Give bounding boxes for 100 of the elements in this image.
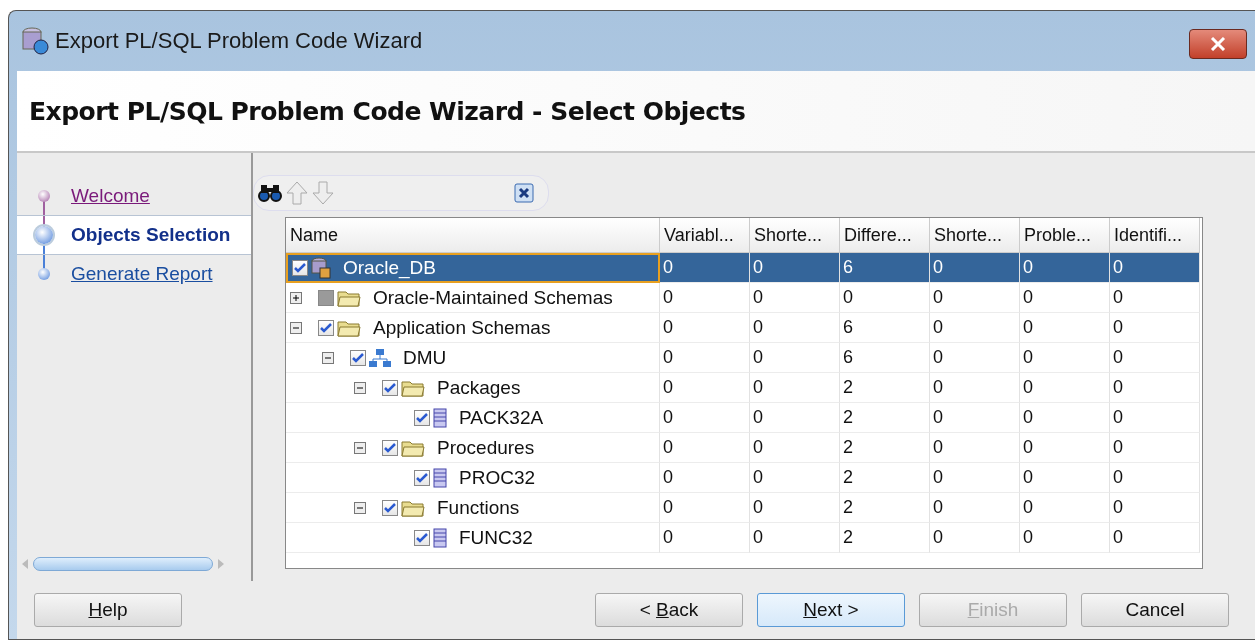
table-cell: 2: [840, 493, 930, 523]
table-cell: 0: [750, 463, 840, 493]
table-cell: 0: [930, 463, 1020, 493]
table-cell: 0: [660, 493, 750, 523]
table-cell: 0: [1110, 283, 1200, 313]
table-cell: 6: [840, 313, 930, 343]
list-icon: [433, 527, 447, 548]
node-name: Packages: [437, 376, 521, 399]
dialog-button[interactable]: Next >: [757, 593, 905, 627]
node-name: Application Schemas: [373, 316, 551, 339]
table-cell: 2: [840, 433, 930, 463]
node-name: Oracle_DB: [343, 257, 436, 279]
dialog-button[interactable]: Help: [34, 593, 182, 627]
database-icon: [21, 27, 49, 55]
table-cell: 0: [660, 343, 750, 373]
checkbox[interactable]: [382, 499, 398, 516]
collapse-icon[interactable]: [354, 381, 366, 394]
node-name: DMU: [403, 346, 447, 369]
node-name: Procedures: [437, 436, 535, 459]
dialog-button[interactable]: Cancel: [1081, 593, 1229, 627]
collapse-icon[interactable]: [290, 321, 302, 334]
folder-icon: [337, 318, 361, 337]
close-icon[interactable]: [514, 183, 534, 203]
table-cell: 2: [840, 403, 930, 433]
table-cell: 0: [1110, 493, 1200, 523]
node-name: Functions: [437, 496, 520, 519]
step-link[interactable]: Objects Selection: [71, 224, 231, 246]
table-cell: 0: [1020, 253, 1110, 283]
table-cell: 0: [930, 403, 1020, 433]
tree-row[interactable]: Packages: [286, 373, 660, 403]
tree-row[interactable]: PROC32: [286, 463, 660, 493]
table-cell: 0: [750, 253, 840, 283]
column-header[interactable]: Name: [286, 218, 660, 253]
table-cell: 0: [750, 373, 840, 403]
tree-row[interactable]: PACK32A: [286, 403, 660, 433]
table-cell: 0: [750, 523, 840, 553]
checkbox[interactable]: [318, 319, 334, 336]
tree-row[interactable]: Oracle_DB: [286, 253, 660, 283]
table-cell: 0: [1110, 433, 1200, 463]
node-name: FUNC32: [459, 526, 533, 549]
tree-row[interactable]: Application Schemas: [286, 313, 660, 343]
table-cell: 0: [1110, 523, 1200, 553]
checkbox[interactable]: [414, 409, 430, 426]
table-cell: 6: [840, 343, 930, 373]
table-cell: 0: [660, 403, 750, 433]
table-cell: 0: [660, 313, 750, 343]
checkbox[interactable]: [414, 469, 430, 486]
binoculars-icon[interactable]: [258, 183, 282, 203]
column-header[interactable]: Shorte...: [750, 218, 840, 253]
checkbox[interactable]: [382, 379, 398, 396]
table-cell: 0: [930, 493, 1020, 523]
column-header[interactable]: Differe...: [840, 218, 930, 253]
tree-row[interactable]: DMU: [286, 343, 660, 373]
table-cell: 0: [1020, 373, 1110, 403]
table-cell: 2: [840, 463, 930, 493]
table-cell: 0: [930, 253, 1020, 283]
checkbox[interactable]: [382, 439, 398, 456]
collapse-icon[interactable]: [354, 441, 366, 454]
table-cell: 0: [660, 253, 750, 283]
table-cell: 0: [750, 283, 840, 313]
collapse-icon[interactable]: [322, 351, 334, 364]
table-cell: 0: [930, 523, 1020, 553]
checkbox[interactable]: [414, 529, 430, 546]
table-cell: 0: [930, 313, 1020, 343]
tree-row[interactable]: Functions: [286, 493, 660, 523]
table-cell: 0: [660, 373, 750, 403]
window-title: Export PL/SQL Problem Code Wizard: [55, 28, 423, 54]
list-icon: [433, 467, 447, 488]
table-cell: 0: [1110, 403, 1200, 433]
node-name: PACK32A: [459, 406, 544, 429]
checkbox[interactable]: [350, 349, 366, 366]
dialog-button[interactable]: < Back: [595, 593, 743, 627]
column-header[interactable]: Proble...: [1020, 218, 1110, 253]
collapse-icon[interactable]: [354, 501, 366, 514]
checkbox[interactable]: [292, 260, 308, 276]
table-cell: 0: [750, 313, 840, 343]
column-header[interactable]: Shorte...: [930, 218, 1020, 253]
current-step[interactable]: Objects Selection: [17, 215, 251, 255]
folder-icon: [401, 498, 425, 517]
network-icon: [369, 347, 391, 368]
tree-row[interactable]: FUNC32: [286, 523, 660, 553]
step-link[interactable]: Welcome: [71, 185, 150, 207]
table-cell: 0: [930, 283, 1020, 313]
table-cell: 0: [930, 343, 1020, 373]
column-header[interactable]: Identifi...: [1110, 218, 1200, 253]
close-button[interactable]: [1189, 29, 1247, 59]
table-cell: 2: [840, 373, 930, 403]
table-cell: 0: [1110, 253, 1200, 283]
table-cell: 0: [750, 493, 840, 523]
table-cell: 0: [750, 433, 840, 463]
tree-row[interactable]: Procedures: [286, 433, 660, 463]
step-link[interactable]: Generate Report: [71, 263, 213, 285]
page-title: Export PL/SQL Problem Code Wizard - Select Objects: [29, 96, 746, 126]
close-icon: [1210, 37, 1226, 51]
column-header[interactable]: Variabl...: [660, 218, 750, 253]
node-name: PROC32: [459, 466, 536, 489]
table-cell: 2: [840, 523, 930, 553]
table-cell: 0: [1020, 463, 1110, 493]
table-cell: 0: [1110, 463, 1200, 493]
list-icon: [433, 407, 447, 428]
